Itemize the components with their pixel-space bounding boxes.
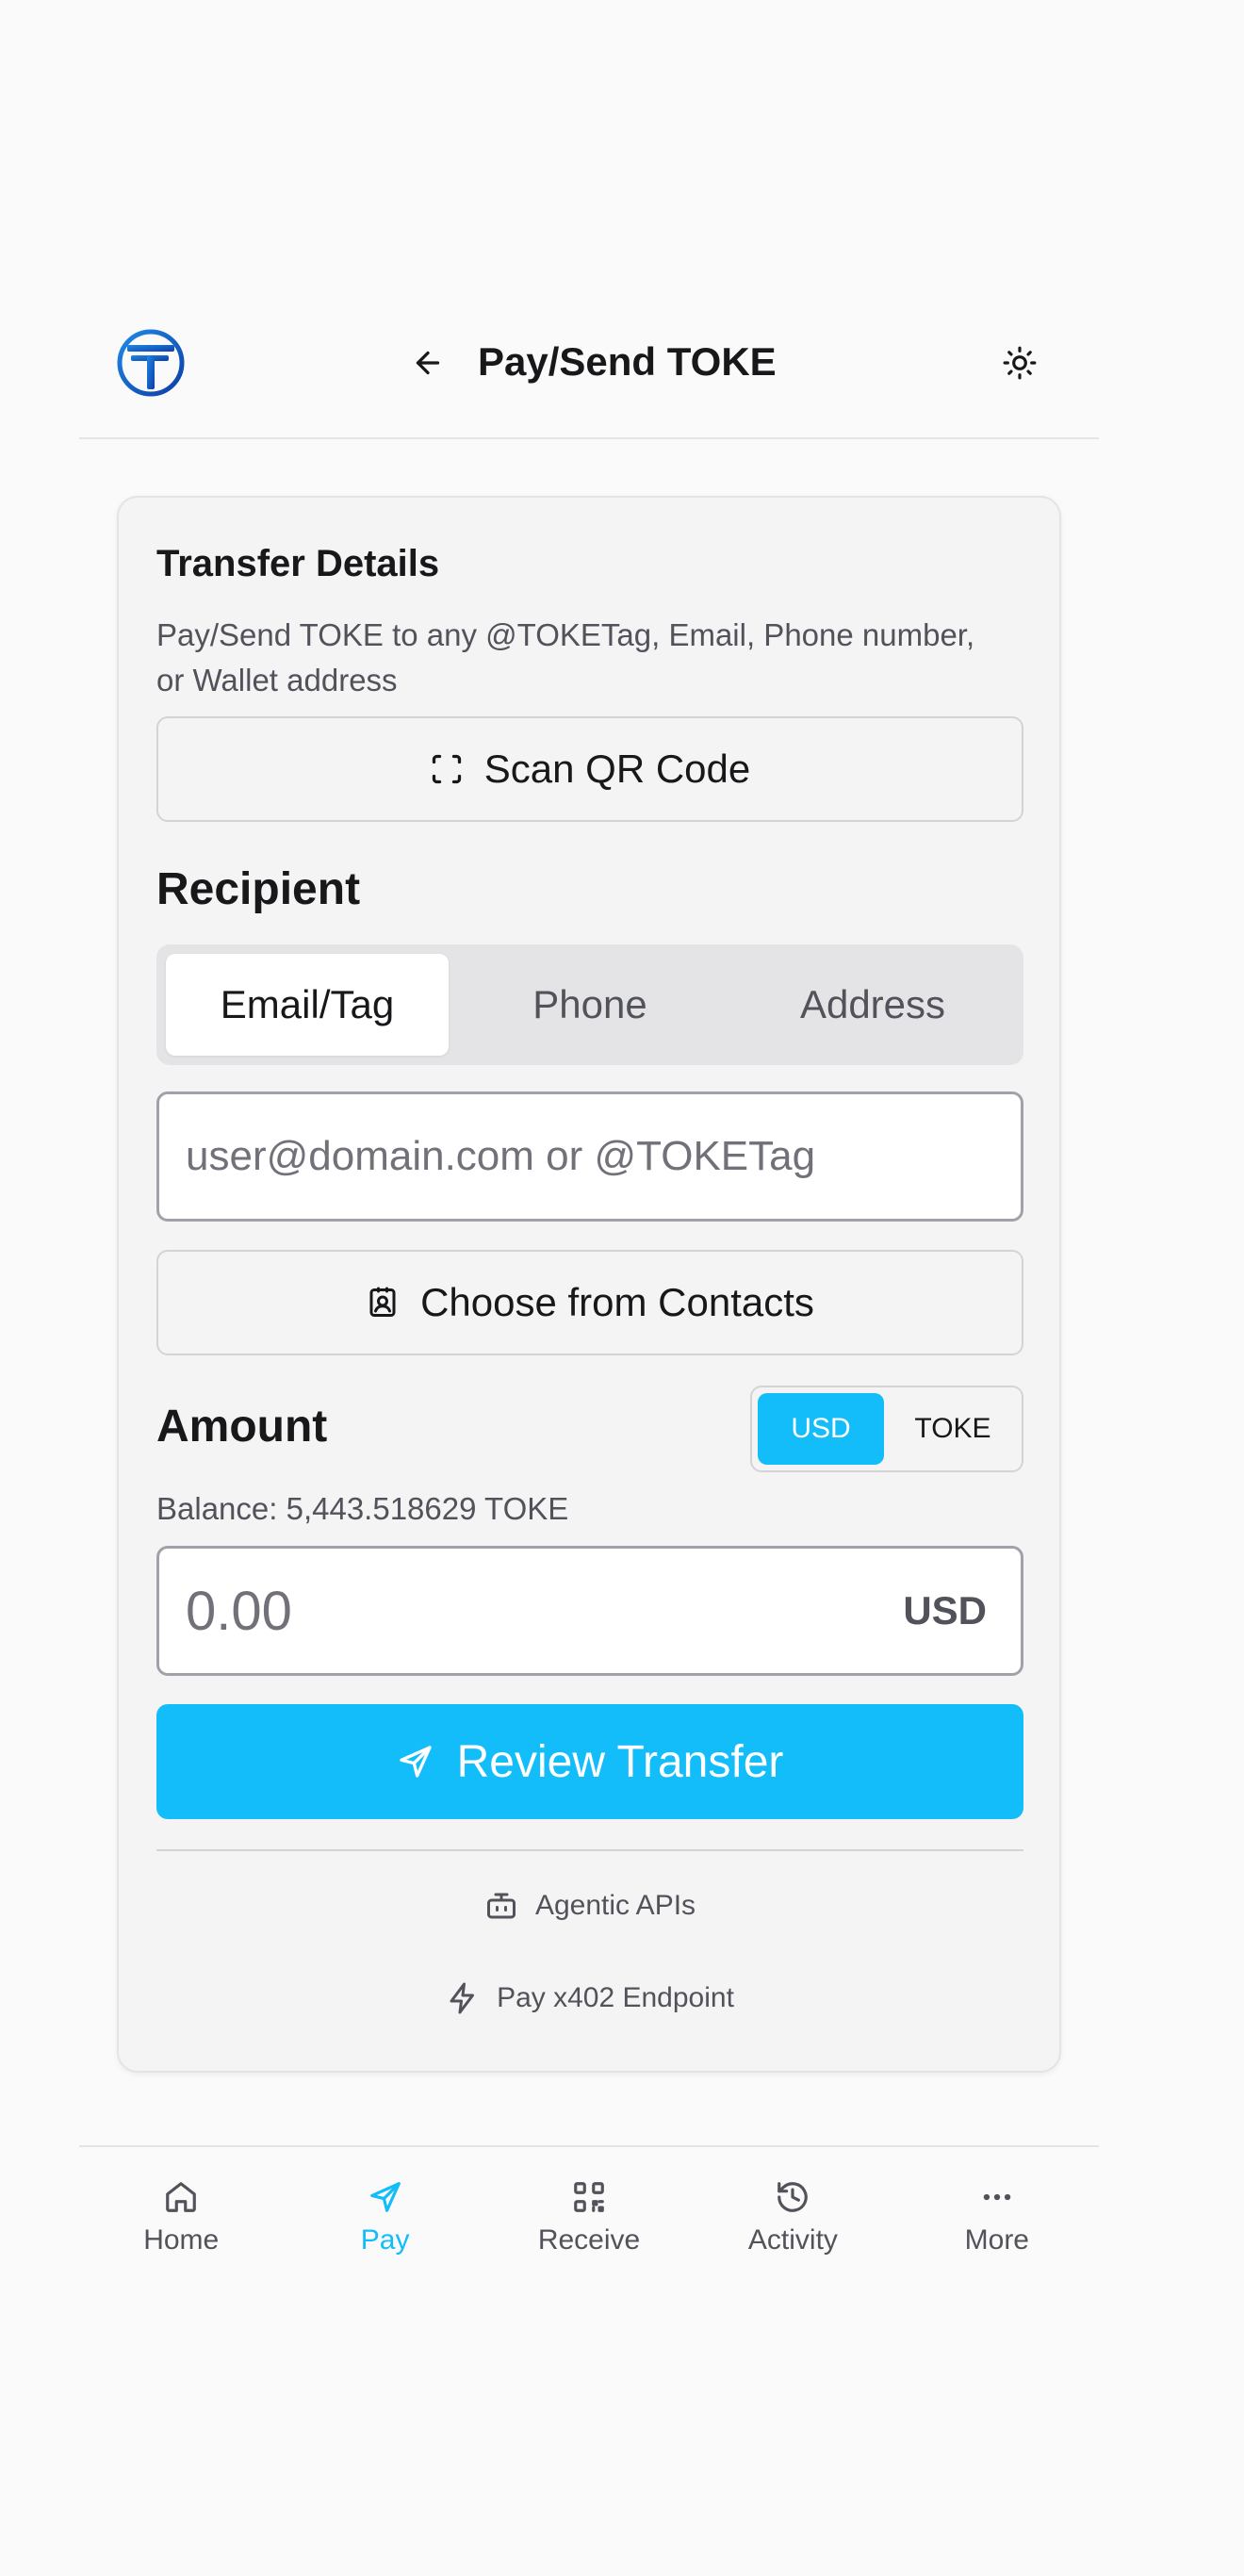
nav-home[interactable]: Home bbox=[79, 2147, 283, 2287]
scan-qr-button[interactable]: Scan QR Code bbox=[156, 716, 1023, 822]
history-icon bbox=[778, 2182, 809, 2212]
amount-field: USD bbox=[156, 1546, 1023, 1676]
header: Pay/Send TOKE bbox=[79, 311, 1099, 439]
nav-more[interactable]: More bbox=[895, 2147, 1099, 2287]
app: Pay/Send TOKE Transfer Details Pay/Send … bbox=[79, 0, 1099, 2576]
nav-home-label: Home bbox=[143, 2224, 220, 2256]
scan-icon bbox=[432, 754, 461, 784]
recipient-field bbox=[156, 1091, 1023, 1222]
send-icon bbox=[369, 2182, 401, 2212]
tab-phone[interactable]: Phone bbox=[449, 954, 731, 1056]
more-icon bbox=[983, 2193, 1011, 2201]
nav-more-label: More bbox=[964, 2224, 1029, 2256]
currency-toggle: USD TOKE bbox=[750, 1386, 1023, 1472]
amount-input[interactable] bbox=[186, 1549, 789, 1673]
pay-x402-link[interactable]: Pay x402 Endpoint bbox=[156, 1970, 1023, 2026]
currency-toke[interactable]: TOKE bbox=[890, 1393, 1016, 1465]
agentic-apis-label: Agentic APIs bbox=[534, 1890, 696, 1921]
nav-receive[interactable]: Receive bbox=[487, 2147, 691, 2287]
qr-code-icon bbox=[574, 2182, 604, 2212]
toke-logo[interactable] bbox=[116, 328, 186, 398]
home-icon bbox=[166, 2182, 197, 2212]
nav-receive-label: Receive bbox=[537, 2224, 641, 2256]
review-transfer-label: Review Transfer bbox=[456, 1736, 784, 1787]
pay-x402-label: Pay x402 Endpoint bbox=[497, 1982, 734, 2013]
tab-email-tag[interactable]: Email/Tag bbox=[166, 954, 449, 1056]
divider bbox=[156, 1849, 1023, 1851]
scan-qr-label: Scan QR Code bbox=[483, 747, 751, 791]
zap-icon bbox=[450, 1982, 475, 2014]
choose-contacts-label: Choose from Contacts bbox=[420, 1280, 814, 1324]
card-title: Transfer Details bbox=[156, 543, 440, 584]
sun-icon bbox=[1003, 346, 1037, 380]
theme-toggle-button[interactable] bbox=[993, 336, 1046, 389]
recipient-input[interactable] bbox=[186, 1094, 996, 1219]
balance-text: Balance: 5,443.518629 TOKE bbox=[156, 1491, 569, 1526]
nav-activity[interactable]: Activity bbox=[691, 2147, 894, 2287]
amount-label: Amount bbox=[156, 1402, 328, 1452]
card-description: Pay/Send TOKE to any @TOKETag, Email, Ph… bbox=[156, 617, 975, 697]
page-title: Pay/Send TOKE bbox=[478, 339, 777, 384]
currency-usd[interactable]: USD bbox=[758, 1393, 884, 1465]
bot-icon bbox=[486, 1893, 516, 1919]
nav-pay[interactable]: Pay bbox=[283, 2147, 486, 2287]
recipient-label: Recipient bbox=[156, 864, 361, 914]
recipient-tabs: Email/Tag Phone Address bbox=[156, 944, 1023, 1065]
contact-icon bbox=[369, 1287, 396, 1317]
amount-unit: USD bbox=[903, 1588, 987, 1633]
arrow-left-icon bbox=[416, 351, 440, 375]
nav-pay-label: Pay bbox=[360, 2224, 410, 2256]
nav-activity-label: Activity bbox=[747, 2224, 838, 2256]
agentic-apis-link[interactable]: Agentic APIs bbox=[156, 1878, 1023, 1934]
tab-address[interactable]: Address bbox=[731, 954, 1014, 1056]
transfer-card: Transfer Details Pay/Send TOKE to any @T… bbox=[117, 496, 1061, 2073]
back-button[interactable] bbox=[401, 336, 454, 389]
review-transfer-button[interactable]: Review Transfer bbox=[156, 1704, 1023, 1819]
choose-contacts-button[interactable]: Choose from Contacts bbox=[156, 1250, 1023, 1355]
bottom-nav: Home Pay Receive Activity More bbox=[79, 2145, 1099, 2287]
send-icon bbox=[399, 1746, 432, 1778]
